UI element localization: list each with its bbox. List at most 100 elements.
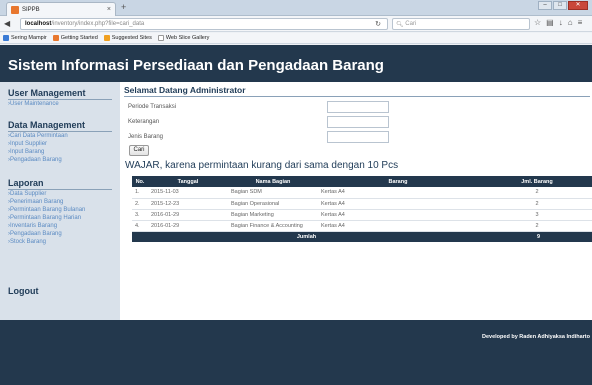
cell-tanggal: 2015-12-23 — [148, 198, 228, 210]
maximize-button[interactable]: □ — [553, 1, 567, 10]
bookmark-icon — [52, 35, 59, 41]
cell-tanggal: 2016-01-29 — [148, 209, 228, 221]
table-row: 2. 2015-12-23 Bagian Operasional Kertas … — [132, 198, 592, 210]
search-icon: 🔍︎ — [396, 21, 404, 28]
page-title: Sistem Informasi Persediaan dan Pengadaa… — [8, 57, 384, 74]
url-bar[interactable]: localhost /inventory/index.php?file=cari… — [20, 18, 388, 30]
bookmark-icon — [103, 35, 110, 41]
sidebar-link-penerimaan-barang[interactable]: ›Penerimaan Barang — [8, 198, 112, 206]
page-header: Sistem Informasi Persediaan dan Pengadaa… — [0, 45, 592, 82]
bookmark-sering-mampir[interactable]: Sering Mampir — [3, 35, 47, 41]
minimize-button[interactable]: – — [538, 1, 552, 10]
favicon-icon — [11, 5, 19, 14]
periode-label: Periode Transaksi — [128, 104, 177, 110]
sidebar-link-pengadaan-barang[interactable]: ›Pengadaan Barang — [8, 156, 112, 164]
cell-jml-barang: 2 — [478, 187, 592, 199]
table-footer-row: Jumlah 9 — [132, 231, 592, 242]
sidebar-heading-user-management: User Management — [8, 88, 112, 100]
col-header-no: No. — [132, 176, 148, 187]
cell-tanggal: 2015-11-03 — [148, 187, 228, 199]
browser-toolbar: ☆ ▤ ↓ ⌂ ≡ — [534, 18, 582, 27]
bookmark-label: Sering Mampir — [11, 35, 47, 41]
sidebar-heading-data-management: Data Management — [8, 120, 112, 132]
table-row: 4. 2016-01-29 Bagian Finance & Accountin… — [132, 220, 592, 232]
sidebar-link-input-supplier[interactable]: ›Input Supplier — [8, 140, 112, 148]
cell-barang: Kertas A4 — [318, 209, 478, 221]
url-host: localhost — [25, 21, 52, 27]
main-content: Selamat Datang Administrator Periode Tra… — [122, 82, 592, 320]
home-icon[interactable]: ⌂ — [568, 18, 573, 27]
cell-nama-bagian: Bagian Marketing — [228, 209, 318, 221]
cell-barang: Kertas A4 — [318, 220, 478, 232]
cell-no: 2. — [132, 198, 148, 210]
sidebar-link-inventaris-barang[interactable]: ›Inventaris Barang — [8, 222, 112, 230]
page-footer: Developed by Raden Adhiyaksa Indiharto — [0, 320, 592, 385]
window-controls: – □ ✕ — [538, 1, 588, 10]
keterangan-input[interactable] — [327, 116, 389, 128]
sidebar-link-permintaan-bulanan[interactable]: ›Permintaan Barang Bulanan — [8, 206, 112, 214]
table-row: 1. 2015-11-03 Bagian SDM Kertas A4 2 — [132, 187, 592, 199]
cell-no: 3. — [132, 209, 148, 221]
reading-list-icon[interactable]: ▤ — [546, 18, 554, 27]
col-header-barang: Barang — [318, 176, 478, 187]
sidebar-link-input-barang[interactable]: ›Input Barang — [8, 148, 112, 156]
close-window-button[interactable]: ✕ — [568, 1, 588, 10]
search-input[interactable]: 🔍︎ Cari — [392, 18, 530, 30]
jenis-barang-label: Jenis Barang — [128, 134, 164, 140]
reload-icon[interactable]: ↻ — [375, 20, 381, 28]
menu-icon[interactable]: ≡ — [578, 18, 583, 27]
bookmark-label: Getting Started — [60, 35, 98, 41]
new-tab-button[interactable]: + — [121, 2, 126, 12]
bookmark-web-slice-gallery[interactable]: Web Slice Gallery — [157, 35, 210, 41]
search-placeholder: Cari — [405, 21, 417, 27]
cell-nama-bagian: Bagian Finance & Accounting — [228, 220, 318, 232]
cell-barang: Kertas A4 — [318, 198, 478, 210]
sidebar: User Management ›User Maintenance Data M… — [0, 82, 120, 320]
bookmark-label: Suggested Sites — [111, 35, 152, 41]
table-header-row: No. Tanggal Nama Bagian Barang Jml. Bara… — [132, 176, 592, 187]
cell-tanggal: 2016-01-29 — [148, 220, 228, 232]
cell-no: 4. — [132, 220, 148, 232]
keterangan-label: Keterangan — [128, 119, 160, 125]
tab-title: SIPPB — [22, 6, 40, 13]
col-header-jml-barang: Jml. Barang — [478, 176, 592, 187]
footer-total: 9 — [478, 231, 592, 242]
sidebar-link-pengadaan-barang-laporan[interactable]: ›Pengadaan Barang — [8, 230, 112, 238]
cari-button[interactable]: Cari — [129, 145, 149, 156]
cell-jml-barang: 3 — [478, 209, 592, 221]
footer-credit: Developed by Raden Adhiyaksa Indiharto — [482, 334, 590, 340]
jenis-barang-input[interactable] — [327, 131, 389, 143]
cell-no: 1. — [132, 187, 148, 199]
cell-nama-bagian: Bagian SDM — [228, 187, 318, 199]
welcome-heading: Selamat Datang Administrator — [124, 85, 590, 97]
bookmark-suggested-sites[interactable]: Suggested Sites — [103, 35, 152, 41]
sidebar-heading-laporan: Laporan — [8, 178, 112, 190]
url-path: /inventory/index.php?file=cari_data — [51, 21, 145, 27]
sidebar-link-permintaan-harian[interactable]: ›Permintaan Barang Harian — [8, 214, 112, 222]
logout-link[interactable]: Logout — [8, 286, 112, 297]
sidebar-link-stock-barang[interactable]: ›Stock Barang — [8, 238, 112, 246]
bookmarks-bar: Sering Mampir Getting Started Suggested … — [0, 33, 592, 44]
download-icon[interactable]: ↓ — [559, 18, 563, 27]
col-header-tanggal: Tanggal — [148, 176, 228, 187]
cell-nama-bagian: Bagian Operasional — [228, 198, 318, 210]
notice-text: WAJAR, karena permintaan kurang dari sam… — [125, 160, 399, 171]
bookmark-label: Web Slice Gallery — [165, 35, 210, 41]
sidebar-link-user-maintenance[interactable]: ›User Maintenance — [8, 100, 112, 108]
sidebar-link-cari-data-permintaan[interactable]: ›Cari Data Permintaan — [8, 132, 112, 140]
bookmark-icon — [3, 35, 9, 41]
cell-jml-barang: 2 — [478, 198, 592, 210]
close-tab-icon[interactable]: × — [107, 6, 111, 13]
browser-tab[interactable]: SIPPB × — [6, 2, 116, 16]
cell-barang: Kertas A4 — [318, 187, 478, 199]
bookmark-star-icon[interactable]: ☆ — [534, 18, 541, 27]
cell-jml-barang: 2 — [478, 220, 592, 232]
footer-label: Jumlah — [132, 231, 478, 242]
bookmark-getting-started[interactable]: Getting Started — [52, 35, 98, 41]
back-icon[interactable]: ◀ — [4, 19, 10, 28]
table-row: 3. 2016-01-29 Bagian Marketing Kertas A4… — [132, 209, 592, 221]
browser-tabbar: SIPPB × + – □ ✕ — [0, 0, 592, 16]
sidebar-link-data-supplier[interactable]: ›Data Supplier — [8, 190, 112, 198]
periode-input[interactable] — [327, 101, 389, 113]
data-table: No. Tanggal Nama Bagian Barang Jml. Bara… — [132, 176, 592, 242]
